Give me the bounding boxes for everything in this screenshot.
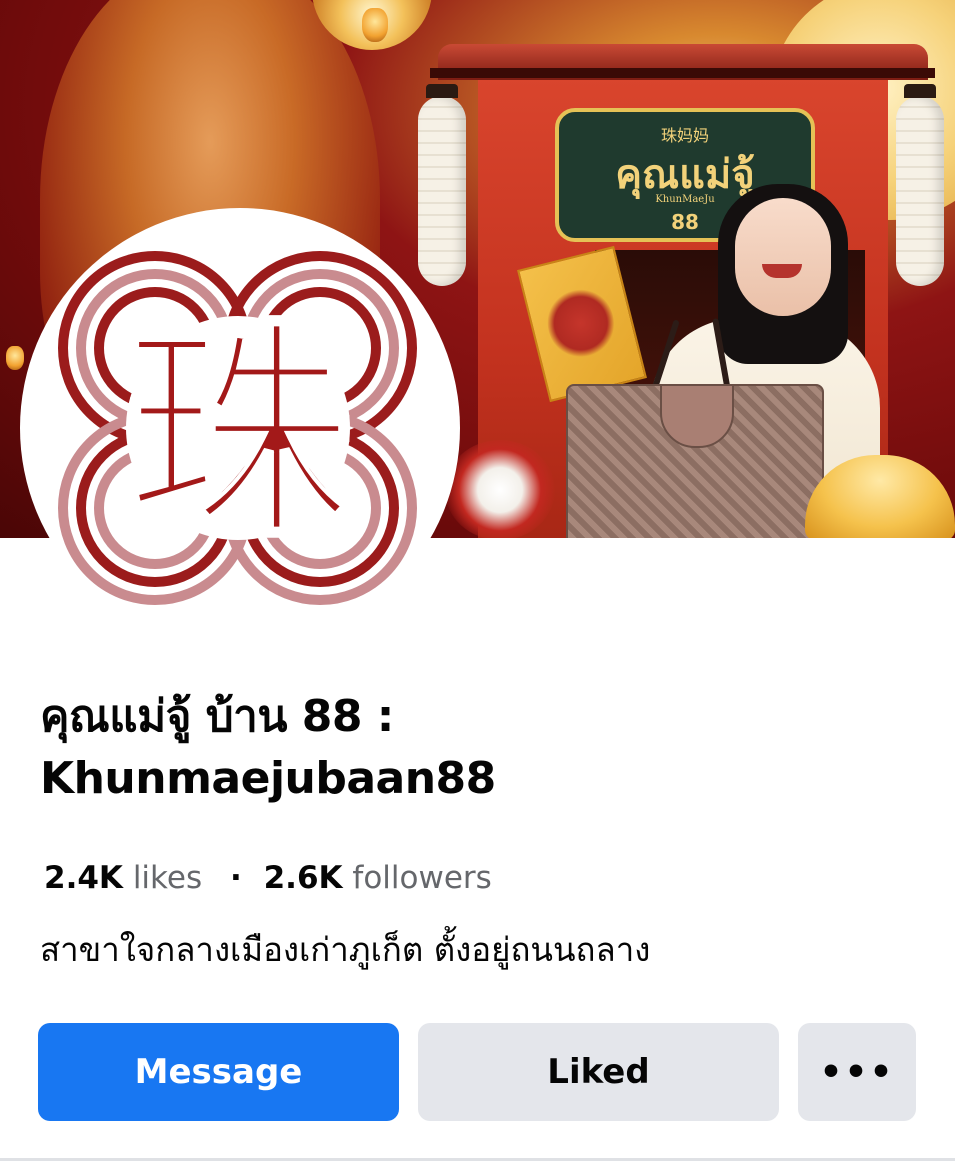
liked-button[interactable]: Liked: [418, 1023, 779, 1121]
flower-arrangement: [445, 440, 555, 538]
message-button[interactable]: Message: [38, 1023, 399, 1121]
page-title-thai: คุณแม่จู้ บ้าน 88 :: [40, 691, 394, 742]
person-face: [735, 198, 831, 316]
followers-label[interactable]: followers: [352, 860, 491, 896]
page-description: สาขาใจกลางเมืองเก่าภูเก็ต ตั้งอยู่ถนนถลา…: [40, 930, 651, 969]
page-title-latin: Khunmaejubaan88: [40, 753, 496, 804]
bag-flap: [660, 384, 734, 448]
floating-lantern-small: [362, 8, 388, 42]
followers-count[interactable]: 2.6K: [264, 860, 343, 896]
roof-beam: [430, 68, 935, 78]
hanging-lantern: [896, 84, 944, 286]
logo-character: 珠: [123, 299, 355, 569]
message-button-label: Message: [134, 1052, 303, 1092]
page-title: คุณแม่จู้ บ้าน 88 : Khunmaejubaan88: [40, 686, 900, 810]
profile-picture[interactable]: 珠: [20, 208, 460, 648]
page-stats: 2.4K likes · 2.6K followers: [44, 856, 492, 900]
likes-count[interactable]: 2.4K: [44, 860, 123, 896]
liked-button-label: Liked: [547, 1052, 650, 1092]
pearl-logo-icon: 珠: [58, 251, 417, 605]
stats-separator: ·: [229, 860, 242, 896]
more-options-button[interactable]: •••: [798, 1023, 916, 1121]
likes-label[interactable]: likes: [133, 860, 202, 896]
more-dots-icon: •••: [819, 1051, 895, 1093]
